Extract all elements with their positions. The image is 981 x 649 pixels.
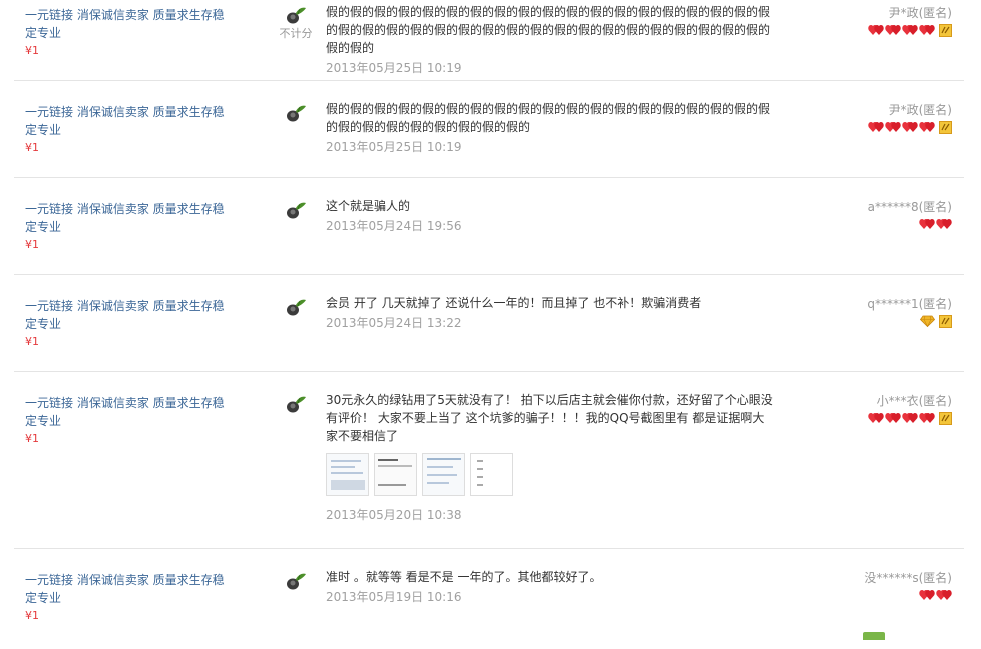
- review-photo-thumbnail[interactable]: [326, 453, 369, 496]
- credit-diamond-icon: [920, 315, 935, 327]
- reviewer-name[interactable]: 尹*政(匿名): [868, 101, 952, 119]
- reviewer-name[interactable]: a******8(匿名): [868, 198, 952, 216]
- review-row: 一元链接 消保诚信卖家 质量求生存稳定专业 ¥1 假的假的假的假的假的假的假的假…: [14, 81, 964, 178]
- review-text: 30元永久的绿钻用了5天就没有了！ 拍下以后店主就会催你付款，还好留了个心眼没有…: [326, 393, 773, 443]
- credit-heart-icon: [868, 122, 884, 132]
- rating-neutral-icon: [287, 573, 306, 590]
- review-text: 假的假的假的假的假的假的假的假的假的假的假的假的假的假的假的假的假的假的假的假的…: [326, 102, 771, 134]
- item-title-link[interactable]: 一元链接 消保诚信卖家 质量求生存稳定专业: [25, 297, 225, 333]
- rating-neutral-icon: [287, 7, 306, 24]
- item-info: 一元链接 消保诚信卖家 质量求生存稳定专业 ¥1: [25, 6, 225, 60]
- review-date: 2013年05月20日 10:38: [326, 508, 462, 522]
- item-title-link[interactable]: 一元链接 消保诚信卖家 质量求生存稳定专业: [25, 394, 225, 430]
- item-info: 一元链接 消保诚信卖家 质量求生存稳定专业 ¥1: [25, 200, 225, 254]
- new-badge-icon: [863, 632, 885, 640]
- credit-heart-icon: [936, 219, 952, 229]
- item-price: ¥1: [25, 432, 39, 445]
- review-date: 2013年05月25日 10:19: [326, 61, 462, 75]
- review-date: 2013年05月25日 10:19: [326, 140, 462, 154]
- reviewer-badges: [868, 412, 952, 425]
- review-photo-thumbnail[interactable]: [374, 453, 417, 496]
- item-price: ¥1: [25, 238, 39, 251]
- review-photo-thumbnail[interactable]: [470, 453, 513, 496]
- review-content: 30元永久的绿钻用了5天就没有了！ 拍下以后店主就会催你付款，还好留了个心眼没有…: [326, 391, 776, 524]
- review-text: 准时 。就等等 看是不是 一年的了。其他都较好了。: [326, 570, 602, 584]
- review-date: 2013年05月24日 13:22: [326, 316, 462, 330]
- item-title-link[interactable]: 一元链接 消保诚信卖家 质量求生存稳定专业: [25, 103, 225, 139]
- item-price: ¥1: [25, 609, 39, 622]
- rating-neutral-icon: [287, 299, 306, 316]
- credit-heart-icon: [936, 590, 952, 600]
- item-title-link[interactable]: 一元链接 消保诚信卖家 质量求生存稳定专业: [25, 6, 225, 42]
- reviewer-info: 尹*政(匿名): [868, 4, 952, 37]
- reviewer-badges: [868, 24, 952, 37]
- credit-heart-icon: [919, 25, 935, 35]
- reviewer-badges: [868, 121, 952, 134]
- review-content: 假的假的假的假的假的假的假的假的假的假的假的假的假的假的假的假的假的假的假的假的…: [326, 100, 776, 156]
- credit-heart-icon: [919, 219, 935, 229]
- credit-heart-icon: [868, 25, 884, 35]
- credit-heart-icon: [902, 25, 918, 35]
- vip-icon: [939, 412, 952, 425]
- reviewer-badges: [868, 218, 952, 230]
- item-info: 一元链接 消保诚信卖家 质量求生存稳定专业 ¥1: [25, 297, 225, 351]
- credit-heart-icon: [902, 122, 918, 132]
- credit-heart-icon: [885, 122, 901, 132]
- no-score-label: 不计分: [279, 27, 313, 40]
- review-text: 这个就是骗人的: [326, 199, 411, 213]
- reviewer-info: q******1(匿名): [867, 295, 952, 328]
- review-photos: [326, 453, 776, 496]
- review-text: 会员 开了 几天就掉了 还说什么一年的！而且掉了 也不补！欺骗消费者: [326, 296, 702, 310]
- reviewer-info: 尹*政(匿名): [868, 101, 952, 134]
- review-content: 会员 开了 几天就掉了 还说什么一年的！而且掉了 也不补！欺骗消费者 2013年…: [326, 294, 776, 332]
- reviewer-info: a******8(匿名): [868, 198, 952, 230]
- reviewer-info: 没******s(匿名): [864, 569, 952, 601]
- credit-heart-icon: [902, 413, 918, 423]
- vip-icon: [939, 24, 952, 37]
- review-list: 一元链接 消保诚信卖家 质量求生存稳定专业 ¥1 不计分 假的假的假的假的假的假…: [14, 0, 964, 649]
- item-info: 一元链接 消保诚信卖家 质量求生存稳定专业 ¥1: [25, 571, 225, 625]
- reviewer-info: 小***衣(匿名): [868, 392, 952, 425]
- rating-neutral-icon: [287, 202, 306, 219]
- review-photo-thumbnail[interactable]: [422, 453, 465, 496]
- review-content: 这个就是骗人的 2013年05月24日 19:56: [326, 197, 776, 235]
- vip-icon: [939, 121, 952, 134]
- rating-neutral-icon: [287, 396, 306, 413]
- item-price: ¥1: [25, 141, 39, 154]
- review-date: 2013年05月24日 19:56: [326, 219, 462, 233]
- reviewer-name[interactable]: 小***衣(匿名): [868, 392, 952, 410]
- review-row: 一元链接 消保诚信卖家 质量求生存稳定专业 ¥1 这个就是骗人的 2013年05…: [14, 178, 964, 275]
- item-price: ¥1: [25, 335, 39, 348]
- rating-neutral-icon: [287, 105, 306, 122]
- reviewer-name[interactable]: 尹*政(匿名): [868, 4, 952, 22]
- item-title-link[interactable]: 一元链接 消保诚信卖家 质量求生存稳定专业: [25, 571, 225, 607]
- review-row: 一元链接 消保诚信卖家 质量求生存稳定专业 ¥1 会员 开了 几天就掉了 还说什…: [14, 275, 964, 372]
- item-info: 一元链接 消保诚信卖家 质量求生存稳定专业 ¥1: [25, 394, 225, 448]
- item-title-link[interactable]: 一元链接 消保诚信卖家 质量求生存稳定专业: [25, 200, 225, 236]
- credit-heart-icon: [868, 413, 884, 423]
- item-info: 一元链接 消保诚信卖家 质量求生存稳定专业 ¥1: [25, 103, 225, 157]
- credit-heart-icon: [885, 413, 901, 423]
- review-row: 一元链接 消保诚信卖家 质量求生存稳定专业 ¥1 不计分 假的假的假的假的假的假…: [14, 0, 964, 81]
- reviewer-badges: [867, 315, 952, 328]
- reviewer-name[interactable]: 没******s(匿名): [864, 569, 952, 587]
- credit-heart-icon: [885, 25, 901, 35]
- credit-heart-icon: [919, 122, 935, 132]
- review-text: 假的假的假的假的假的假的假的假的假的假的假的假的假的假的假的假的假的假的假的假的…: [326, 5, 771, 55]
- review-content: 假的假的假的假的假的假的假的假的假的假的假的假的假的假的假的假的假的假的假的假的…: [326, 3, 776, 77]
- vip-icon: [939, 315, 952, 328]
- reviewer-name[interactable]: q******1(匿名): [867, 295, 952, 313]
- reviewer-badges: [864, 589, 952, 601]
- review-row: 一元链接 消保诚信卖家 质量求生存稳定专业 ¥1 30元永久的绿钻用了5天就没有…: [14, 372, 964, 549]
- credit-heart-icon: [919, 590, 935, 600]
- credit-heart-icon: [919, 413, 935, 423]
- review-date: 2013年05月19日 10:16: [326, 590, 462, 604]
- review-row: 一元链接 消保诚信卖家 质量求生存稳定专业 ¥1 准时 。就等等 看是不是 一年…: [14, 549, 964, 649]
- item-price: ¥1: [25, 44, 39, 57]
- review-content: 准时 。就等等 看是不是 一年的了。其他都较好了。 2013年05月19日 10…: [326, 568, 776, 606]
